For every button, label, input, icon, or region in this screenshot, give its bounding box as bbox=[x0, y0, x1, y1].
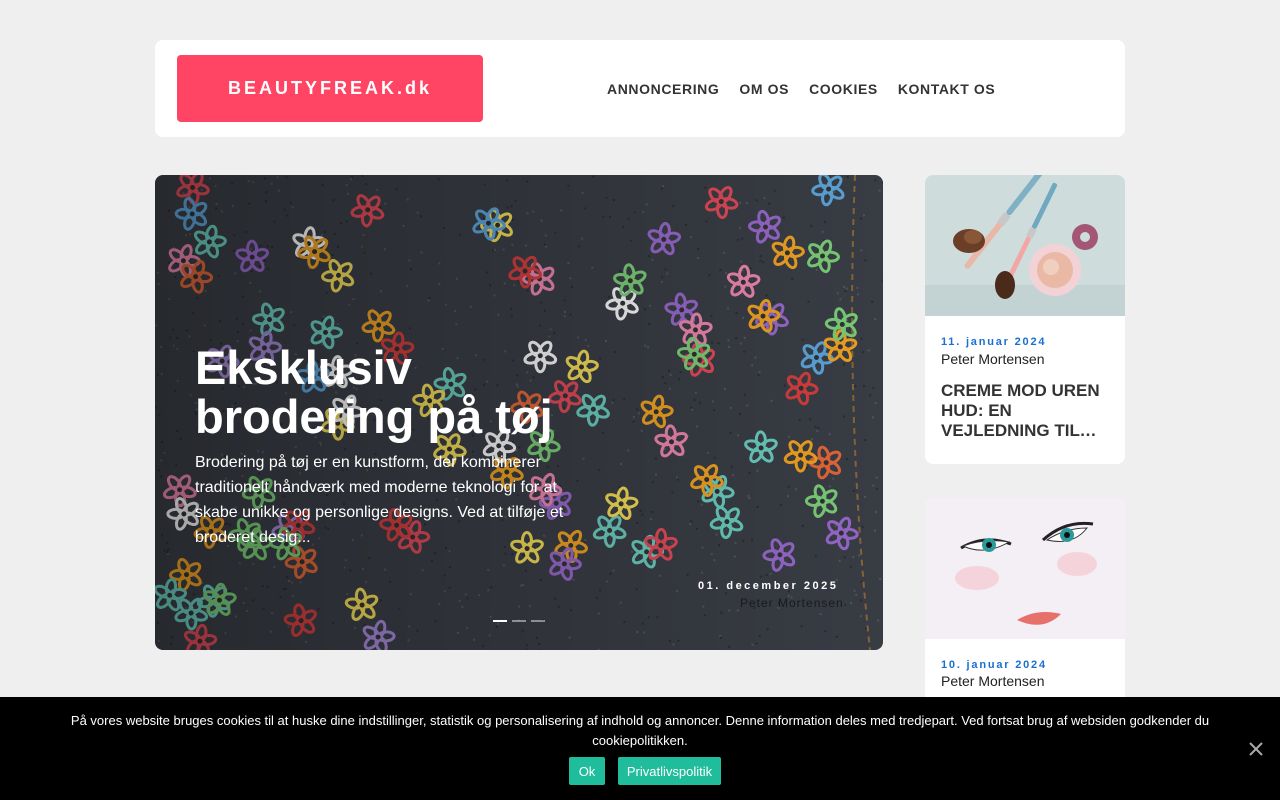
card-date: 10. januar 2024 bbox=[941, 659, 1047, 671]
site-header: BEAUTYFREAK.dk ANNONCERING OM OS COOKIES… bbox=[155, 40, 1125, 137]
cookie-banner: På vores website bruges cookies til at h… bbox=[0, 697, 1280, 800]
slider-dot-1[interactable] bbox=[493, 620, 507, 622]
makeup-brushes-image bbox=[925, 175, 1125, 316]
article-card[interactable]: 10. januar 2024 Peter Mortensen bbox=[925, 498, 1125, 718]
card-author: Peter Mortensen bbox=[941, 351, 1045, 367]
hero-title[interactable]: Eksklusiv brodering på tøj bbox=[195, 343, 635, 441]
nav-item-annoncering[interactable]: ANNONCERING bbox=[607, 81, 719, 97]
nav-item-om-os[interactable]: OM OS bbox=[739, 81, 789, 97]
site-logo[interactable]: BEAUTYFREAK.dk bbox=[177, 55, 483, 122]
close-icon[interactable] bbox=[1244, 737, 1268, 761]
cookie-ok-button[interactable]: Ok bbox=[569, 757, 605, 785]
nav-item-cookies[interactable]: COOKIES bbox=[809, 81, 878, 97]
hero-slider[interactable]: Eksklusiv brodering på tøj Brodering på … bbox=[155, 175, 883, 650]
hero-excerpt: Brodering på tøj er en kunstform, der ko… bbox=[195, 454, 564, 546]
card-date: 11. januar 2024 bbox=[941, 336, 1047, 348]
slider-dot-2[interactable] bbox=[512, 620, 526, 622]
article-card[interactable]: 11. januar 2024 Peter Mortensen CREME MO… bbox=[925, 175, 1125, 464]
face-makeup-image bbox=[925, 498, 1125, 639]
slider-dots bbox=[493, 620, 545, 622]
privacy-policy-button[interactable]: Privatlivspolitik bbox=[618, 757, 721, 785]
main-nav: ANNONCERING OM OS COOKIES KONTAKT OS bbox=[607, 40, 1015, 137]
hero-author: Peter Mortensen bbox=[740, 596, 844, 610]
cookie-text: På vores website bruges cookies til at h… bbox=[70, 713, 1210, 748]
slider-dot-3[interactable] bbox=[531, 620, 545, 622]
hero-date: 01. december 2025 bbox=[698, 580, 839, 592]
card-author: Peter Mortensen bbox=[941, 673, 1045, 689]
card-title[interactable]: CREME MOD UREN HUD: EN VEJLEDNING TIL EF… bbox=[941, 381, 1113, 441]
nav-item-kontakt-os[interactable]: KONTAKT OS bbox=[898, 81, 996, 97]
